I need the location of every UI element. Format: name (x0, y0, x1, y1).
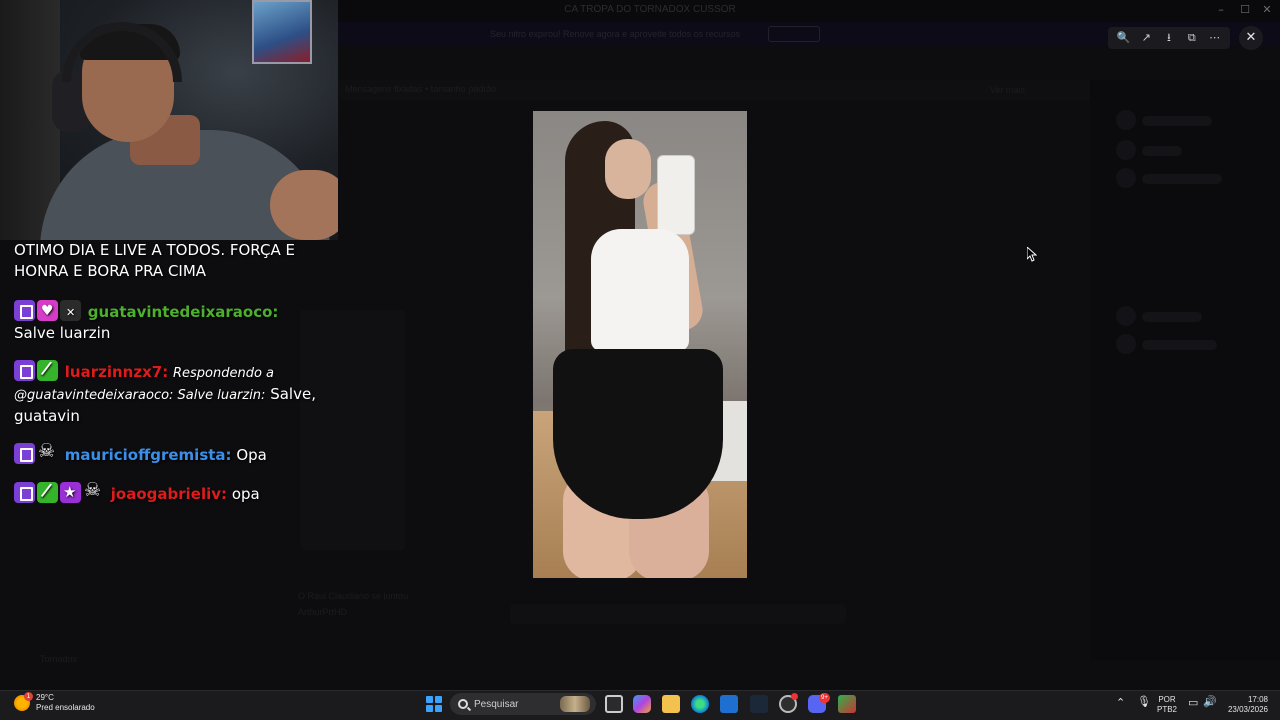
weather-desc: Pred ensolarado (36, 703, 95, 712)
photo-skirt (553, 349, 723, 519)
app-title: CA TROPA DO TORNADOX CUSSOR (564, 4, 736, 15)
member-avatar (1116, 334, 1136, 354)
weather-temp: 29°C (36, 693, 54, 702)
chat-text: Opa (236, 446, 267, 464)
streamer-arm (270, 170, 338, 240)
language-code: POR (1158, 695, 1176, 704)
ms-store-icon[interactable] (720, 695, 738, 713)
chat-message: guatavintedeixaraoco: Salve luarzin (14, 300, 334, 344)
search-placeholder: Pesquisar (474, 698, 519, 710)
member-avatar (1116, 140, 1136, 160)
member-name (1142, 116, 1212, 126)
chat-message-previous: OTIMO DIA E LIVE A TODOS. FORÇA E HONRA … (14, 241, 295, 280)
webcam-feed (0, 0, 338, 240)
minimize-button[interactable]: – (1213, 3, 1229, 17)
weather-widget[interactable]: 1 29°C Pred ensolarado (14, 692, 95, 713)
more-icon[interactable]: ⋯ (1207, 30, 1223, 46)
weather-badge: 1 (24, 692, 33, 701)
chat-text: Salve luarzin (14, 324, 111, 342)
windows-start-icon[interactable] (426, 696, 442, 712)
notification-dot (791, 693, 798, 700)
chat-username: joaogabrieliv: (110, 485, 228, 503)
clock-date: 23/03/2026 (1227, 705, 1268, 714)
photo-top (591, 229, 689, 351)
chat-message: joaogabrieliv: opa (14, 480, 334, 505)
chat-text: opa (231, 485, 260, 503)
sun-icon: 1 (14, 692, 33, 711)
viewer-image[interactable] (533, 111, 747, 578)
download-icon[interactable]: ⭳ (1161, 30, 1177, 46)
twitch-badge-icon (14, 300, 35, 321)
member-avatar (1116, 306, 1136, 326)
member-list (1090, 80, 1280, 660)
edge-browser-icon[interactable] (691, 695, 709, 713)
language-indicator[interactable]: POR PTB2 (1157, 695, 1177, 715)
message-action-bar (510, 604, 846, 624)
skull-badge-icon (37, 441, 58, 464)
star-badge-icon (60, 482, 81, 503)
app-title-bar (338, 0, 1280, 22)
weather-text: 29°C Pred ensolarado (36, 693, 95, 713)
search-highlight-image (560, 696, 590, 712)
maximize-button[interactable]: ☐ (1237, 3, 1253, 17)
network-icon[interactable]: ▭ (1188, 696, 1198, 709)
system-message: O Raul Claudiano se juntou (298, 591, 409, 601)
banner-renew-button[interactable] (768, 26, 820, 42)
tray-overflow-icon[interactable]: ⌃ (1116, 696, 1125, 709)
member-name (1142, 340, 1217, 350)
app-icon[interactable] (838, 695, 856, 713)
taskbar-search[interactable]: Pesquisar (450, 693, 596, 715)
file-explorer-icon[interactable] (662, 695, 680, 713)
clock-time: 17:08 (1247, 695, 1268, 704)
channel-header-right[interactable]: Ver mais (990, 85, 1025, 95)
member-avatar (1116, 110, 1136, 130)
clock[interactable]: 17:08 23/03/2026 (1224, 695, 1268, 715)
vip-badge-icon (37, 482, 58, 503)
message-author: ArthurPrtHD (298, 607, 348, 617)
stream-chat-overlay: OTIMO DIA E LIVE A TODOS. FORÇA E HONRA … (14, 240, 334, 505)
wall-poster (252, 0, 312, 64)
member-name (1142, 146, 1182, 156)
viewer-close-button[interactable]: ✕ (1239, 26, 1263, 50)
subscriber-badge-icon (37, 300, 58, 322)
member-name (1142, 312, 1202, 322)
viewer-toolbar: 🔍 ↗ ⭳ ⧉ ⋯ (1108, 27, 1230, 49)
skull-badge-icon (83, 480, 104, 503)
twitch-badge-icon (14, 443, 35, 464)
microphone-icon[interactable]: 🎙 (1137, 695, 1151, 708)
copilot-icon[interactable] (633, 695, 651, 713)
channel-header-text: Mensagens fixadas • tamanho padrão (345, 84, 497, 94)
search-icon (458, 699, 468, 709)
user-panel-name: Tornadox (40, 654, 78, 664)
twitch-badge-icon (14, 482, 35, 503)
chat-username: luarzinnzx7: (64, 363, 169, 381)
chat-username: guatavintedeixaraoco: (87, 303, 279, 321)
steam-icon[interactable] (750, 695, 768, 713)
zoom-icon[interactable]: 🔍 (1115, 30, 1131, 46)
banner-text: Seu nitro expirou! Renove agora e aprove… (490, 29, 741, 39)
volume-icon[interactable]: 🔊 (1203, 695, 1217, 708)
discord-badge: 9+ (819, 693, 830, 703)
open-external-icon[interactable]: ⧉ (1184, 30, 1200, 46)
member-name (1142, 174, 1222, 184)
photo-phone (657, 155, 695, 235)
vip-badge-icon (37, 360, 58, 381)
muted-badge-icon (60, 300, 81, 323)
photo-face (605, 139, 651, 199)
task-view-icon[interactable] (605, 695, 623, 713)
chat-message: mauricioffgremista: Opa (14, 441, 334, 466)
chat-username: mauricioffgremista: (64, 446, 232, 464)
mouse-cursor-icon (1026, 245, 1038, 266)
share-icon[interactable]: ↗ (1138, 30, 1154, 46)
chat-message: luarzinnzx7: Respondendo a @guatavintede… (14, 360, 334, 427)
keyboard-layout: PTB2 (1157, 705, 1178, 714)
member-avatar (1116, 168, 1136, 188)
twitch-badge-icon (14, 360, 35, 381)
window-close-button[interactable]: ✕ (1259, 3, 1275, 17)
